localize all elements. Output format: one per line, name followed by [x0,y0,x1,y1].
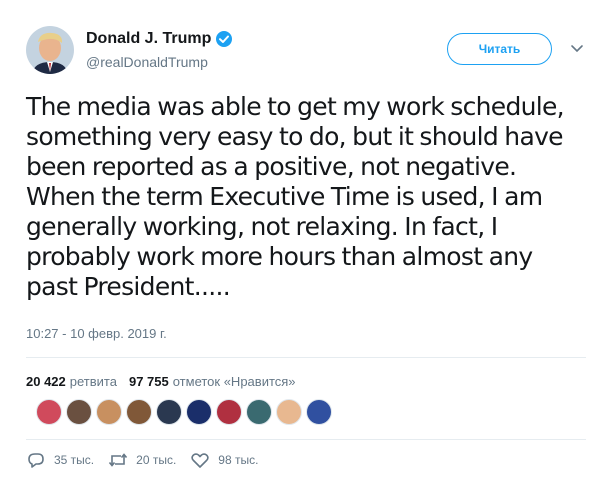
author-avatar[interactable] [26,26,74,74]
liker-avatars [36,399,336,425]
liker-avatar[interactable] [96,399,122,425]
likes-label[interactable]: отметок «Нравится» [173,374,296,389]
verified-badge-icon [215,30,233,48]
liker-avatar[interactable] [156,399,182,425]
liker-avatar[interactable] [66,399,92,425]
tweet-actions: 35 тыс. 20 тыс. 98 тыс. [26,451,272,469]
author-display-name[interactable]: Donald J. Trump [86,30,211,48]
heart-icon [191,453,209,468]
like-count: 98 тыс. [218,453,259,467]
reply-count: 35 тыс. [54,453,95,467]
liker-avatar[interactable] [36,399,62,425]
like-button[interactable]: 98 тыс. [190,451,258,469]
liker-avatar[interactable] [216,399,242,425]
liker-avatar[interactable] [126,399,152,425]
liker-avatar[interactable] [186,399,212,425]
follow-button[interactable]: Читать [447,33,552,65]
tweet-timestamp[interactable]: 10:27 - 10 февр. 2019 г. [26,326,167,341]
reply-button[interactable]: 35 тыс. [26,451,94,469]
liker-avatar[interactable] [306,399,332,425]
tweet-card: Donald J. Trump @realDonaldTrump Читать … [0,0,594,478]
liker-avatar[interactable] [246,399,272,425]
chevron-down-icon[interactable] [570,44,584,54]
retweets-count[interactable]: 20 422 [26,374,66,389]
tweet-text: The media was able to get my work schedu… [26,92,565,301]
divider [26,357,586,358]
reply-icon [28,453,44,468]
retweets-label[interactable]: ретвита [70,374,117,389]
tweet-stats: 20 422 ретвита 97 755 отметок «Нравится» [26,374,308,389]
likes-count[interactable]: 97 755 [129,374,169,389]
retweet-button[interactable]: 20 тыс. [108,451,176,469]
liker-avatar[interactable] [276,399,302,425]
divider [26,439,586,440]
retweet-count: 20 тыс. [136,453,177,467]
author-handle[interactable]: @realDonaldTrump [86,54,208,70]
retweet-icon [109,453,128,467]
author-name-row: Donald J. Trump [86,30,233,48]
